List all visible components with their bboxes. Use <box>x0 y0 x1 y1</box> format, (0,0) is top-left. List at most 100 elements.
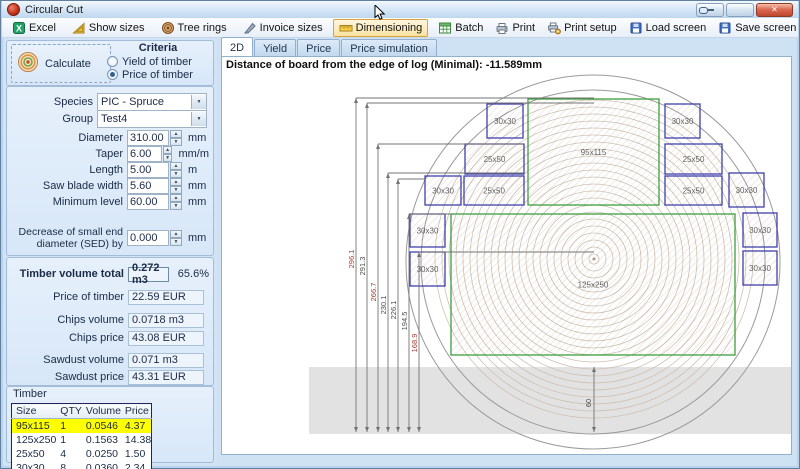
taper-stepper[interactable]: ▲▼ <box>163 146 173 162</box>
timber-volume-percent: 65.6% <box>178 268 209 280</box>
species-select[interactable]: PIC - Spruce▼ <box>97 93 207 111</box>
table-row[interactable]: 125x25010.156314.38 <box>12 433 152 447</box>
app-window: Circular Cut ✕ XExcel Show sizes Tree ring… <box>0 0 800 469</box>
decrease-of-small-end-diameter-sed-by-stepper[interactable]: ▲▼ <box>170 230 182 246</box>
calculate-button[interactable]: Calculate <box>11 44 111 83</box>
tab-yield[interactable]: Yield <box>254 39 296 56</box>
spin-down-icon[interactable]: ▼ <box>163 154 173 162</box>
table-row[interactable]: 30x3080.03602.34 <box>12 461 152 469</box>
excel-button[interactable]: XExcel <box>6 19 62 37</box>
tab-2d[interactable]: 2D <box>221 37 253 56</box>
radio-icon[interactable] <box>107 56 118 67</box>
chips-price-label: Chips price <box>11 332 128 344</box>
table-row[interactable]: 25x5040.02501.50 <box>12 447 152 461</box>
tab-price[interactable]: Price <box>297 39 340 56</box>
svg-text:60: 60 <box>584 399 593 407</box>
radio-price-of-timber[interactable]: Price of timber <box>107 68 209 81</box>
taper-unit: mm/m <box>178 148 209 160</box>
saw-blade-width-stepper[interactable]: ▲▼ <box>170 178 182 194</box>
decrease-of-small-end-diameter-sed-by-input[interactable]: 0.000 <box>127 230 169 246</box>
length-stepper[interactable]: ▲▼ <box>170 162 182 178</box>
print-setup-button[interactable]: Print setup <box>541 19 623 37</box>
diameter-input[interactable]: 310.00 <box>127 130 169 146</box>
chevron-down-icon[interactable]: ▼ <box>191 95 206 109</box>
sawdust-price-value: 43.31 EUR <box>128 370 204 385</box>
group-label: Group <box>11 113 97 125</box>
print-button[interactable]: Print <box>489 19 541 37</box>
radio-icon[interactable] <box>107 69 118 80</box>
show-sizes-button[interactable]: Show sizes <box>66 19 151 37</box>
svg-text:230.1: 230.1 <box>379 296 388 315</box>
batch-button[interactable]: Batch <box>432 19 489 37</box>
column-header-volume[interactable]: Volume <box>82 404 121 419</box>
svg-text:30x30: 30x30 <box>749 264 771 273</box>
species-label: Species <box>11 96 97 108</box>
save-screen-icon <box>718 21 732 35</box>
svg-text:30x30: 30x30 <box>417 227 439 236</box>
spin-up-icon[interactable]: ▲ <box>170 178 182 186</box>
print-icon <box>495 21 509 35</box>
spin-up-icon[interactable]: ▲ <box>170 194 182 202</box>
spin-up-icon[interactable]: ▲ <box>163 146 173 154</box>
spin-down-icon[interactable]: ▼ <box>170 238 182 246</box>
close-button[interactable]: ✕ <box>756 3 793 17</box>
svg-text:25x50: 25x50 <box>484 155 506 164</box>
spin-down-icon[interactable]: ▼ <box>170 186 182 194</box>
group-select[interactable]: Test4▼ <box>97 110 207 128</box>
spin-down-icon[interactable]: ▼ <box>170 138 182 146</box>
load-screen-button[interactable]: Load screen <box>623 19 713 37</box>
column-header-size[interactable]: Size <box>12 404 57 419</box>
minimum-level-label: Minimum level <box>11 196 127 208</box>
svg-text:30x30: 30x30 <box>494 117 516 126</box>
tree-rings-icon <box>161 21 175 35</box>
taper-input[interactable]: 6.00 <box>127 146 162 162</box>
canvas-header: Distance of board from the edge of log (… <box>226 59 542 71</box>
diameter-stepper[interactable]: ▲▼ <box>170 130 182 146</box>
print-setup-label: Print setup <box>564 22 617 34</box>
column-header-price[interactable]: Price <box>121 404 152 419</box>
invoice-sizes-button[interactable]: Invoice sizes <box>237 19 329 37</box>
save-screen-button[interactable]: Save screen <box>712 19 800 37</box>
spin-down-icon[interactable]: ▼ <box>170 202 182 210</box>
column-header-qty[interactable]: QTY <box>56 404 82 419</box>
svg-text:291.3: 291.3 <box>358 257 367 276</box>
chevron-down-icon[interactable]: ▼ <box>191 112 206 126</box>
length-input[interactable]: 5.00 <box>127 162 169 178</box>
radio-yield-of-timber[interactable]: Yield of timber <box>107 55 209 68</box>
spin-down-icon[interactable]: ▼ <box>170 170 182 178</box>
sawdust-price-label: Sawdust price <box>11 371 128 383</box>
diameter-unit: mm <box>188 132 206 144</box>
svg-text:30x30: 30x30 <box>749 226 771 235</box>
spin-up-icon[interactable]: ▲ <box>170 162 182 170</box>
show-sizes-label: Show sizes <box>89 22 145 34</box>
spin-up-icon[interactable]: ▲ <box>170 230 182 238</box>
tab-price-simulation[interactable]: Price simulation <box>341 39 437 56</box>
saw-blade-width-input[interactable]: 5.60 <box>127 178 169 194</box>
dimensioning-icon <box>339 21 353 35</box>
show-sizes-icon <box>72 21 86 35</box>
price-of-timber-value: 22.59 EUR <box>128 290 204 305</box>
invoice-sizes-label: Invoice sizes <box>260 22 323 34</box>
calculate-icon <box>16 50 40 77</box>
svg-text:296.1: 296.1 <box>347 250 356 269</box>
minimum-level-input[interactable]: 60.00 <box>127 194 169 210</box>
log-cross-section-diagram: 30x3095x11530x3025x5025x5030x3025x5025x5… <box>222 57 791 454</box>
excel-icon: X <box>12 21 26 35</box>
svg-text:266.7: 266.7 <box>369 283 378 302</box>
price-of-timber-label: Price of timber <box>11 291 128 303</box>
maximize-button[interactable] <box>726 3 754 17</box>
tree-rings-button[interactable]: Tree rings <box>155 19 233 37</box>
svg-text:125x250: 125x250 <box>578 281 609 290</box>
spin-up-icon[interactable]: ▲ <box>170 130 182 138</box>
main-panel: 2DYieldPricePrice simulation Distance of… <box>218 38 797 466</box>
decrease-of-small-end-diameter-sed-by-label: Decrease of small end diameter (SED) by <box>11 226 127 250</box>
svg-text:30x30: 30x30 <box>672 117 694 126</box>
window-title: Circular Cut <box>25 4 83 16</box>
table-row[interactable]: 95x11510.05464.37 <box>12 419 152 434</box>
minimum-level-stepper[interactable]: ▲▼ <box>170 194 182 210</box>
svg-text:X: X <box>16 23 22 33</box>
minimum-level-unit: mm <box>188 196 206 208</box>
sidebar: Calculate Criteria Yield of timberPrice … <box>3 38 217 466</box>
screen: Circular Cut ✕ XExcel Show sizes Tree ring… <box>0 0 800 469</box>
criteria-title: Criteria <box>107 42 209 54</box>
